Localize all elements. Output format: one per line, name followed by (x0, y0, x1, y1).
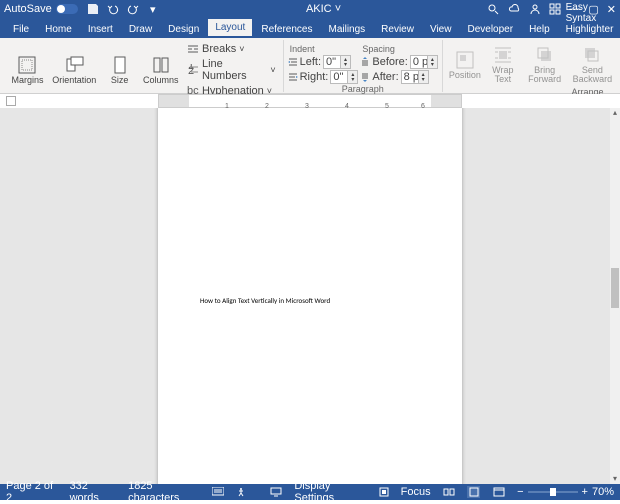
tab-design[interactable]: Design (161, 21, 206, 38)
status-display[interactable]: Display Settings (294, 480, 366, 504)
status-page[interactable]: Page 2 of 2 (6, 480, 58, 504)
tab-review[interactable]: Review (374, 21, 421, 38)
document-title: AKIC ˅ (160, 3, 488, 15)
group-page-setup: Margins Orientation Size Columns Breaks … (4, 40, 284, 92)
read-mode-icon[interactable] (443, 486, 456, 498)
cloud-icon[interactable] (507, 3, 521, 15)
send-backward-icon (582, 45, 602, 65)
status-bar: Page 2 of 2 332 words 1825 characters Di… (0, 484, 620, 500)
size-button[interactable]: Size (102, 42, 138, 98)
group-arrange: Position Wrap Text Bring Forward Send Ba… (443, 40, 620, 92)
page[interactable]: How to Align Text Vertically in Microsof… (158, 108, 462, 484)
zoom-in-icon[interactable]: + (582, 486, 588, 498)
columns-icon (151, 55, 171, 75)
spacing-after-icon (360, 72, 370, 82)
wrap-icon (493, 45, 513, 65)
line-numbers-button[interactable]: 12Line Numbers ˅ (184, 57, 279, 83)
ruler-bar: 1 2 3 4 5 6 (0, 94, 620, 108)
accessibility-icon[interactable] (236, 487, 246, 497)
display-settings-icon[interactable] (270, 487, 282, 497)
scroll-down-icon[interactable]: ▾ (610, 474, 620, 484)
undo-icon[interactable] (106, 2, 120, 16)
horizontal-ruler[interactable]: 1 2 3 4 5 6 (158, 94, 462, 108)
spacing-after-input[interactable]: 8 pt▴▾ (401, 70, 429, 84)
tab-help[interactable]: Help (522, 21, 557, 38)
status-focus[interactable]: Focus (401, 486, 431, 498)
tab-references[interactable]: References (254, 21, 319, 38)
redo-icon[interactable] (126, 2, 140, 16)
tab-file[interactable]: File (6, 21, 36, 38)
send-backward-button: Send Backward (568, 42, 616, 87)
margins-button[interactable]: Margins (8, 42, 47, 98)
autosave-toggle[interactable] (56, 4, 78, 14)
document-text[interactable]: How to Align Text Vertically in Microsof… (200, 296, 330, 305)
tab-mailings[interactable]: Mailings (321, 21, 372, 38)
position-button: Position (447, 42, 483, 87)
qat-dropdown-icon[interactable]: ▾ (146, 2, 160, 16)
language-icon[interactable] (212, 487, 224, 497)
autosave-label: AutoSave (4, 3, 52, 15)
status-chars[interactable]: 1825 characters (128, 480, 200, 504)
line-numbers-icon: 12 (187, 64, 199, 76)
margins-icon (17, 55, 37, 75)
indent-left-input[interactable]: 0"▴▾ (323, 55, 351, 69)
tab-home[interactable]: Home (38, 21, 79, 38)
status-words[interactable]: 332 words (70, 480, 117, 504)
spacing-header: Spacing (360, 44, 437, 54)
scroll-thumb[interactable] (611, 268, 619, 308)
zoom-level[interactable]: 70% (592, 486, 614, 498)
search-icon[interactable] (487, 3, 499, 15)
zoom-slider[interactable] (528, 491, 578, 493)
ruler-corner[interactable] (6, 96, 16, 106)
ribbon-tabs: File Home Insert Draw Design Layout Refe… (0, 18, 620, 38)
ribbon: Margins Orientation Size Columns Breaks … (0, 38, 620, 94)
bring-forward-button: Bring Forward (523, 42, 567, 87)
indent-left-icon (288, 57, 298, 67)
indent-header: Indent (288, 44, 359, 54)
indent-right-icon (288, 72, 298, 82)
tab-esh[interactable]: Easy Syntax Highlighter (559, 0, 620, 38)
breaks-button[interactable]: Breaks ˅ (184, 42, 279, 56)
tab-developer[interactable]: Developer (460, 21, 520, 38)
focus-icon[interactable] (379, 487, 389, 497)
tab-view[interactable]: View (423, 21, 459, 38)
spacing-before-icon (360, 57, 370, 67)
zoom-out-icon[interactable]: − (517, 486, 523, 498)
web-layout-icon[interactable] (492, 486, 505, 498)
tab-insert[interactable]: Insert (81, 21, 120, 38)
spacing-before-input[interactable]: 0 pt▴▾ (410, 55, 438, 69)
print-layout-icon[interactable] (467, 486, 480, 498)
columns-button[interactable]: Columns (140, 42, 182, 98)
group-label-paragraph: Paragraph (288, 84, 438, 94)
orientation-button[interactable]: Orientation (49, 42, 100, 98)
tab-layout[interactable]: Layout (208, 19, 252, 38)
scroll-up-icon[interactable]: ▴ (610, 108, 620, 118)
tab-draw[interactable]: Draw (122, 21, 159, 38)
account-icon[interactable] (529, 3, 541, 15)
wrap-text-button: Wrap Text (485, 42, 521, 87)
size-icon (110, 55, 130, 75)
vertical-scrollbar[interactable]: ▴ ▾ (610, 108, 620, 484)
breaks-icon (187, 43, 199, 55)
indent-right-input[interactable]: 0"▴▾ (330, 70, 358, 84)
position-icon (455, 50, 475, 70)
document-area: How to Align Text Vertically in Microsof… (0, 108, 620, 484)
group-paragraph: Indent Left:0"▴▾ Right:0"▴▾ Spacing Befo… (284, 40, 443, 92)
orientation-icon (64, 55, 84, 75)
bring-forward-icon (535, 45, 555, 65)
save-icon[interactable] (86, 2, 100, 16)
